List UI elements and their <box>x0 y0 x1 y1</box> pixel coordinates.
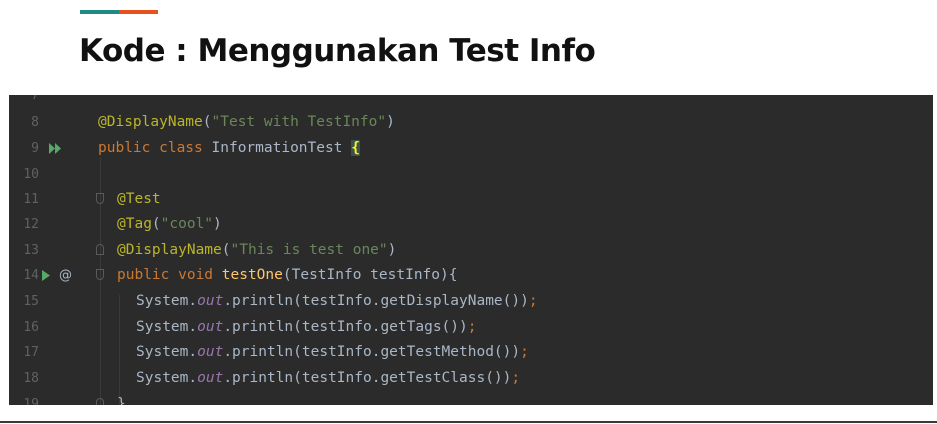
code-token: (TestInfo testInfo){ <box>282 267 458 283</box>
run-all-tests-icon[interactable] <box>47 136 63 161</box>
code-line[interactable]: 13 @DisplayName("This is test one") <box>9 238 933 263</box>
fold-icon[interactable] <box>96 398 104 405</box>
code-token: InformationTest <box>211 140 352 156</box>
code-token: .println(testInfo.getTestClass()) <box>223 370 512 386</box>
line-number: 12 <box>23 217 39 232</box>
fold-icon[interactable] <box>96 269 104 280</box>
line-number: 15 <box>23 294 39 309</box>
code-text: @Tag("cool") <box>117 212 222 237</box>
code-token: "cool" <box>160 216 214 232</box>
code-text: @DisplayName("Test with TestInfo") <box>98 110 395 135</box>
line-number: 19 <box>23 397 39 405</box>
fold-icon[interactable] <box>96 244 104 255</box>
accent-bar <box>80 10 158 14</box>
accent-bar-orange <box>119 10 158 14</box>
code-token: { <box>351 140 360 156</box>
code-line[interactable]: 9 public class InformationTest { <box>9 136 933 161</box>
code-text: System.out.println(testInfo.getTags()); <box>136 315 476 340</box>
code-token: out <box>197 370 224 386</box>
code-token: @DisplayName <box>117 242 222 258</box>
code-text: public void testOne(TestInfo testInfo){ <box>117 263 457 288</box>
code-line[interactable]: 16 System.out.println(testInfo.getTags()… <box>9 315 933 340</box>
code-token: "This is test one" <box>230 242 388 258</box>
line-number: 10 <box>23 167 39 182</box>
code-line[interactable]: 19 } <box>9 392 933 405</box>
code-token: ) <box>386 114 395 130</box>
code-text: System.out.println(testInfo.getDisplayNa… <box>136 289 538 314</box>
code-line[interactable]: 17 System.out.println(testInfo.getTestMe… <box>9 340 933 365</box>
code-token: out <box>197 344 224 360</box>
fold-icon[interactable] <box>96 193 104 204</box>
code-text: @Test <box>117 187 161 212</box>
line-number: 11 <box>23 192 39 207</box>
code-token: } <box>117 396 126 405</box>
line-number: 13 <box>23 243 39 258</box>
code-token: out <box>197 319 224 335</box>
code-line[interactable]: 18 System.out.println(testInfo.getTestCl… <box>9 366 933 391</box>
code-token: System. <box>136 293 198 309</box>
code-line[interactable]: 7 <box>9 95 933 108</box>
code-token: ( <box>151 216 161 232</box>
line-number: 17 <box>23 345 39 360</box>
code-token: ( <box>202 114 212 130</box>
code-token: out <box>197 293 224 309</box>
code-token: @Tag <box>117 216 152 232</box>
code-token: System. <box>136 344 198 360</box>
code-token: @Test <box>117 191 161 207</box>
code-token: testOne <box>221 267 283 283</box>
code-text: } <box>117 392 126 405</box>
line-number: 14 <box>23 268 39 283</box>
code-text: public class InformationTest { <box>98 136 360 161</box>
code-token: ) <box>387 242 397 258</box>
accent-bar-teal <box>80 10 119 14</box>
code-line[interactable]: 14 @ public void testOne(TestInfo testIn… <box>9 263 933 288</box>
code-text: System.out.println(testInfo.getTestClass… <box>136 366 520 391</box>
code-token: @DisplayName <box>98 114 203 130</box>
code-line[interactable]: 11 @Test <box>9 187 933 212</box>
line-number: 7 <box>31 95 39 103</box>
code-line[interactable]: 8 @DisplayName("Test with TestInfo") <box>9 110 933 135</box>
code-editor[interactable]: 7 8 @DisplayName("Test with TestInfo") 9… <box>9 95 933 405</box>
code-token: public void <box>117 267 222 283</box>
divider <box>0 421 937 423</box>
code-token: ; <box>467 319 477 335</box>
code-token: ; <box>520 344 529 360</box>
code-token: public class <box>98 140 212 156</box>
code-token: ; <box>528 293 538 309</box>
code-line[interactable]: 12 @Tag("cool") <box>9 212 933 237</box>
code-line[interactable]: 15 System.out.println(testInfo.getDispla… <box>9 289 933 314</box>
line-number: 18 <box>23 371 39 386</box>
code-token: .println(testInfo.getDisplayName()) <box>223 293 529 309</box>
at-sign-icon[interactable]: @ <box>59 263 72 288</box>
code-token: System. <box>136 370 198 386</box>
code-text: System.out.println(testInfo.getTestMetho… <box>136 340 529 365</box>
code-token: .println(testInfo.getTags()) <box>223 319 468 335</box>
code-token: "Test with TestInfo" <box>211 114 387 130</box>
run-test-icon[interactable] <box>40 263 52 288</box>
code-token: .println(testInfo.getTestMethod()) <box>223 344 521 360</box>
slide-title: Kode : Menggunakan Test Info <box>79 33 596 69</box>
code-token: ; <box>511 370 521 386</box>
code-token: System. <box>136 319 198 335</box>
code-line[interactable]: 10 <box>9 162 933 187</box>
line-number: 16 <box>23 320 39 335</box>
line-number: 8 <box>31 115 39 130</box>
code-token: ) <box>213 216 222 232</box>
code-token: ( <box>221 242 231 258</box>
line-number: 9 <box>31 141 39 156</box>
code-text: @DisplayName("This is test one") <box>117 238 396 263</box>
